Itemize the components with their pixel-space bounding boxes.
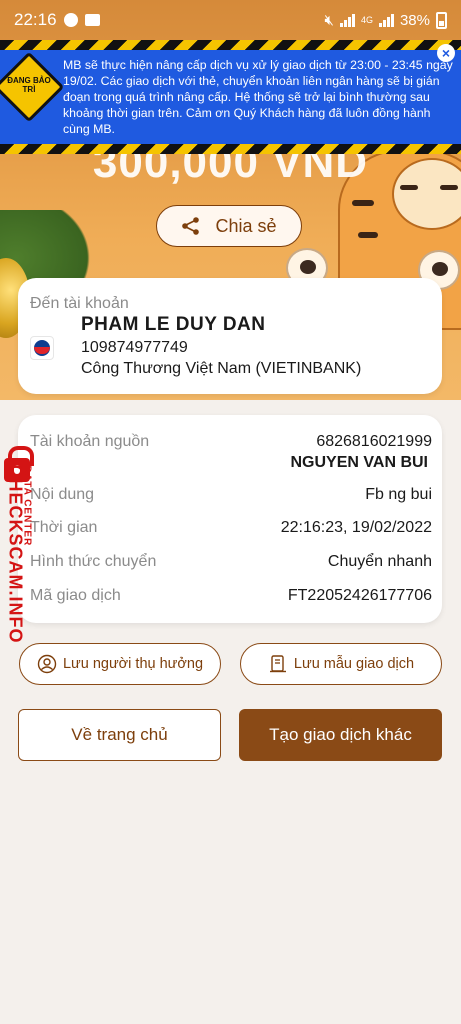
save-template-button[interactable]: Lưu mẫu giao dịch [240,643,442,685]
maintenance-sign-text: ĐANG BẢO TRÌ [7,76,51,94]
battery-percent: 38% [399,11,430,29]
method-row: Hình thức chuyển Chuyển nhanh [30,553,432,571]
share-icon [182,217,200,235]
vietinbank-logo-icon [30,336,54,360]
transaction-id-row: Mã giao dịch FT22052426177706 [30,587,432,605]
maintenance-banner: ĐANG BẢO TRÌ MB sẽ thực hiện nâng cấp dị… [0,40,461,154]
method-value: Chuyển nhanh [327,553,432,570]
tiger-stripe [352,200,374,206]
time-row: Thời gian 22:16:23, 19/02/2022 [30,519,432,537]
recipient-name: PHAM LE DUY DAN [81,314,266,335]
save-template-label: Lưu mẫu giao dịch [293,656,415,672]
status-bar: 22:16 🔇︎ 4G 38% [0,0,461,40]
maintenance-message: MB sẽ thực hiện nâng cấp dịch vụ xử lý g… [63,58,453,136]
checkscam-watermark: DATA CENTER CHECKSCAM.INFO [0,446,52,682]
messenger-icon [63,13,78,27]
document-icon [269,655,286,673]
recipient-account-number: 109874977749 [81,339,188,356]
save-payee-label: Lưu người thụ hưởng [62,656,204,672]
recipient-label: Đến tài khoản [30,295,129,312]
content-value: Fb ng bui [365,486,432,503]
new-transaction-button[interactable]: Tạo giao dịch khác [239,709,442,761]
signal-icon [339,13,355,27]
transaction-id-value: FT22052426177706 [287,587,432,604]
share-label: Chia sẻ [215,215,277,236]
transaction-details-card: Tài khoản nguồn 6826816021999 NGUYEN VAN… [18,415,442,623]
watermark-text: CHECKSCAM.INFO [5,464,26,644]
share-button[interactable]: Chia sẻ [156,205,302,247]
tiger-stripe [358,232,378,238]
signal-icon-2 [378,13,394,27]
time-value: 22:16:23, 19/02/2022 [280,519,432,536]
recipient-card: Đến tài khoản PHAM LE DUY DAN 1098749777… [18,278,442,394]
content-row: Nội dung Fb ng bui [30,486,432,504]
mute-icon: 🔇︎ [324,11,334,29]
source-account-value: 6826816021999 [316,433,432,450]
hazard-stripe [0,40,461,50]
hazard-stripe [0,144,461,154]
source-account-holder: NGUYEN VAN BUI [290,454,429,471]
battery-icon [436,11,447,29]
status-time: 22:16 [14,10,57,29]
network-type: 4G [360,15,373,25]
source-account-row: Tài khoản nguồn 6826816021999 [30,433,432,451]
source-account-label: Tài khoản nguồn [30,433,150,450]
message-icon [84,14,100,26]
close-banner-button[interactable]: × [437,44,455,62]
recipient-bank: Công Thương Việt Nam (VIETINBANK) [81,360,362,377]
home-button[interactable]: Về trang chủ [18,709,221,761]
